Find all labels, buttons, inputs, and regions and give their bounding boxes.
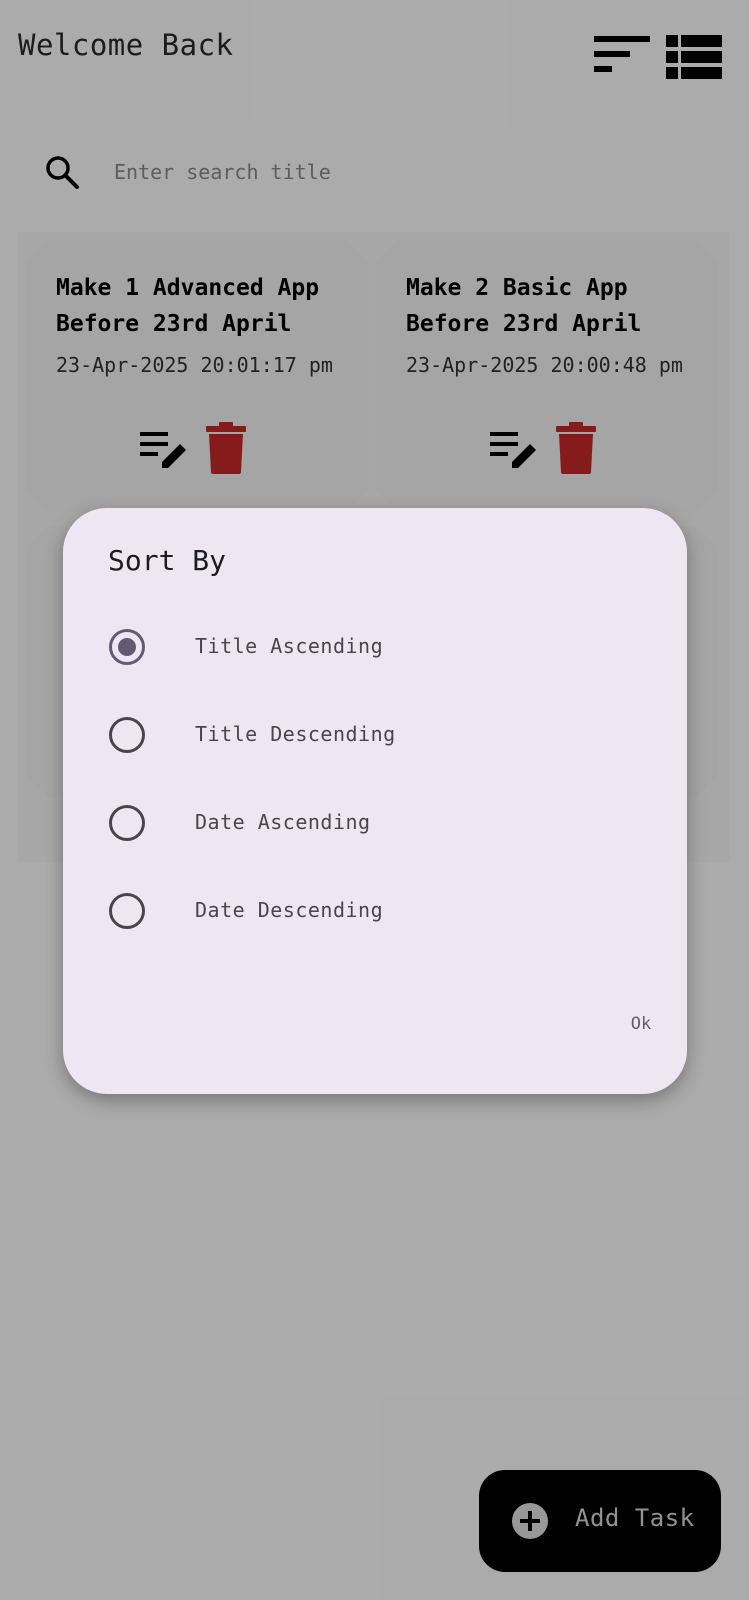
option-label: Title Ascending <box>195 634 384 658</box>
sort-option-title-descending[interactable]: Title Descending <box>63 700 687 772</box>
sort-option-date-ascending[interactable]: Date Ascending <box>63 788 687 860</box>
radio-button[interactable] <box>109 805 145 841</box>
radio-button[interactable] <box>109 893 145 929</box>
option-label: Title Descending <box>195 722 396 746</box>
option-label: Date Ascending <box>195 810 371 834</box>
sort-option-date-descending[interactable]: Date Descending <box>63 876 687 948</box>
sort-option-title-ascending[interactable]: Title Ascending <box>63 612 687 684</box>
dialog-title: Sort By <box>108 544 227 577</box>
option-label: Date Descending <box>195 898 384 922</box>
radio-button-checked[interactable] <box>109 629 145 665</box>
sort-dialog: Sort By Title Ascending Title Descending… <box>63 508 687 1094</box>
radio-button[interactable] <box>109 717 145 753</box>
ok-button[interactable]: Ok <box>611 1006 671 1042</box>
